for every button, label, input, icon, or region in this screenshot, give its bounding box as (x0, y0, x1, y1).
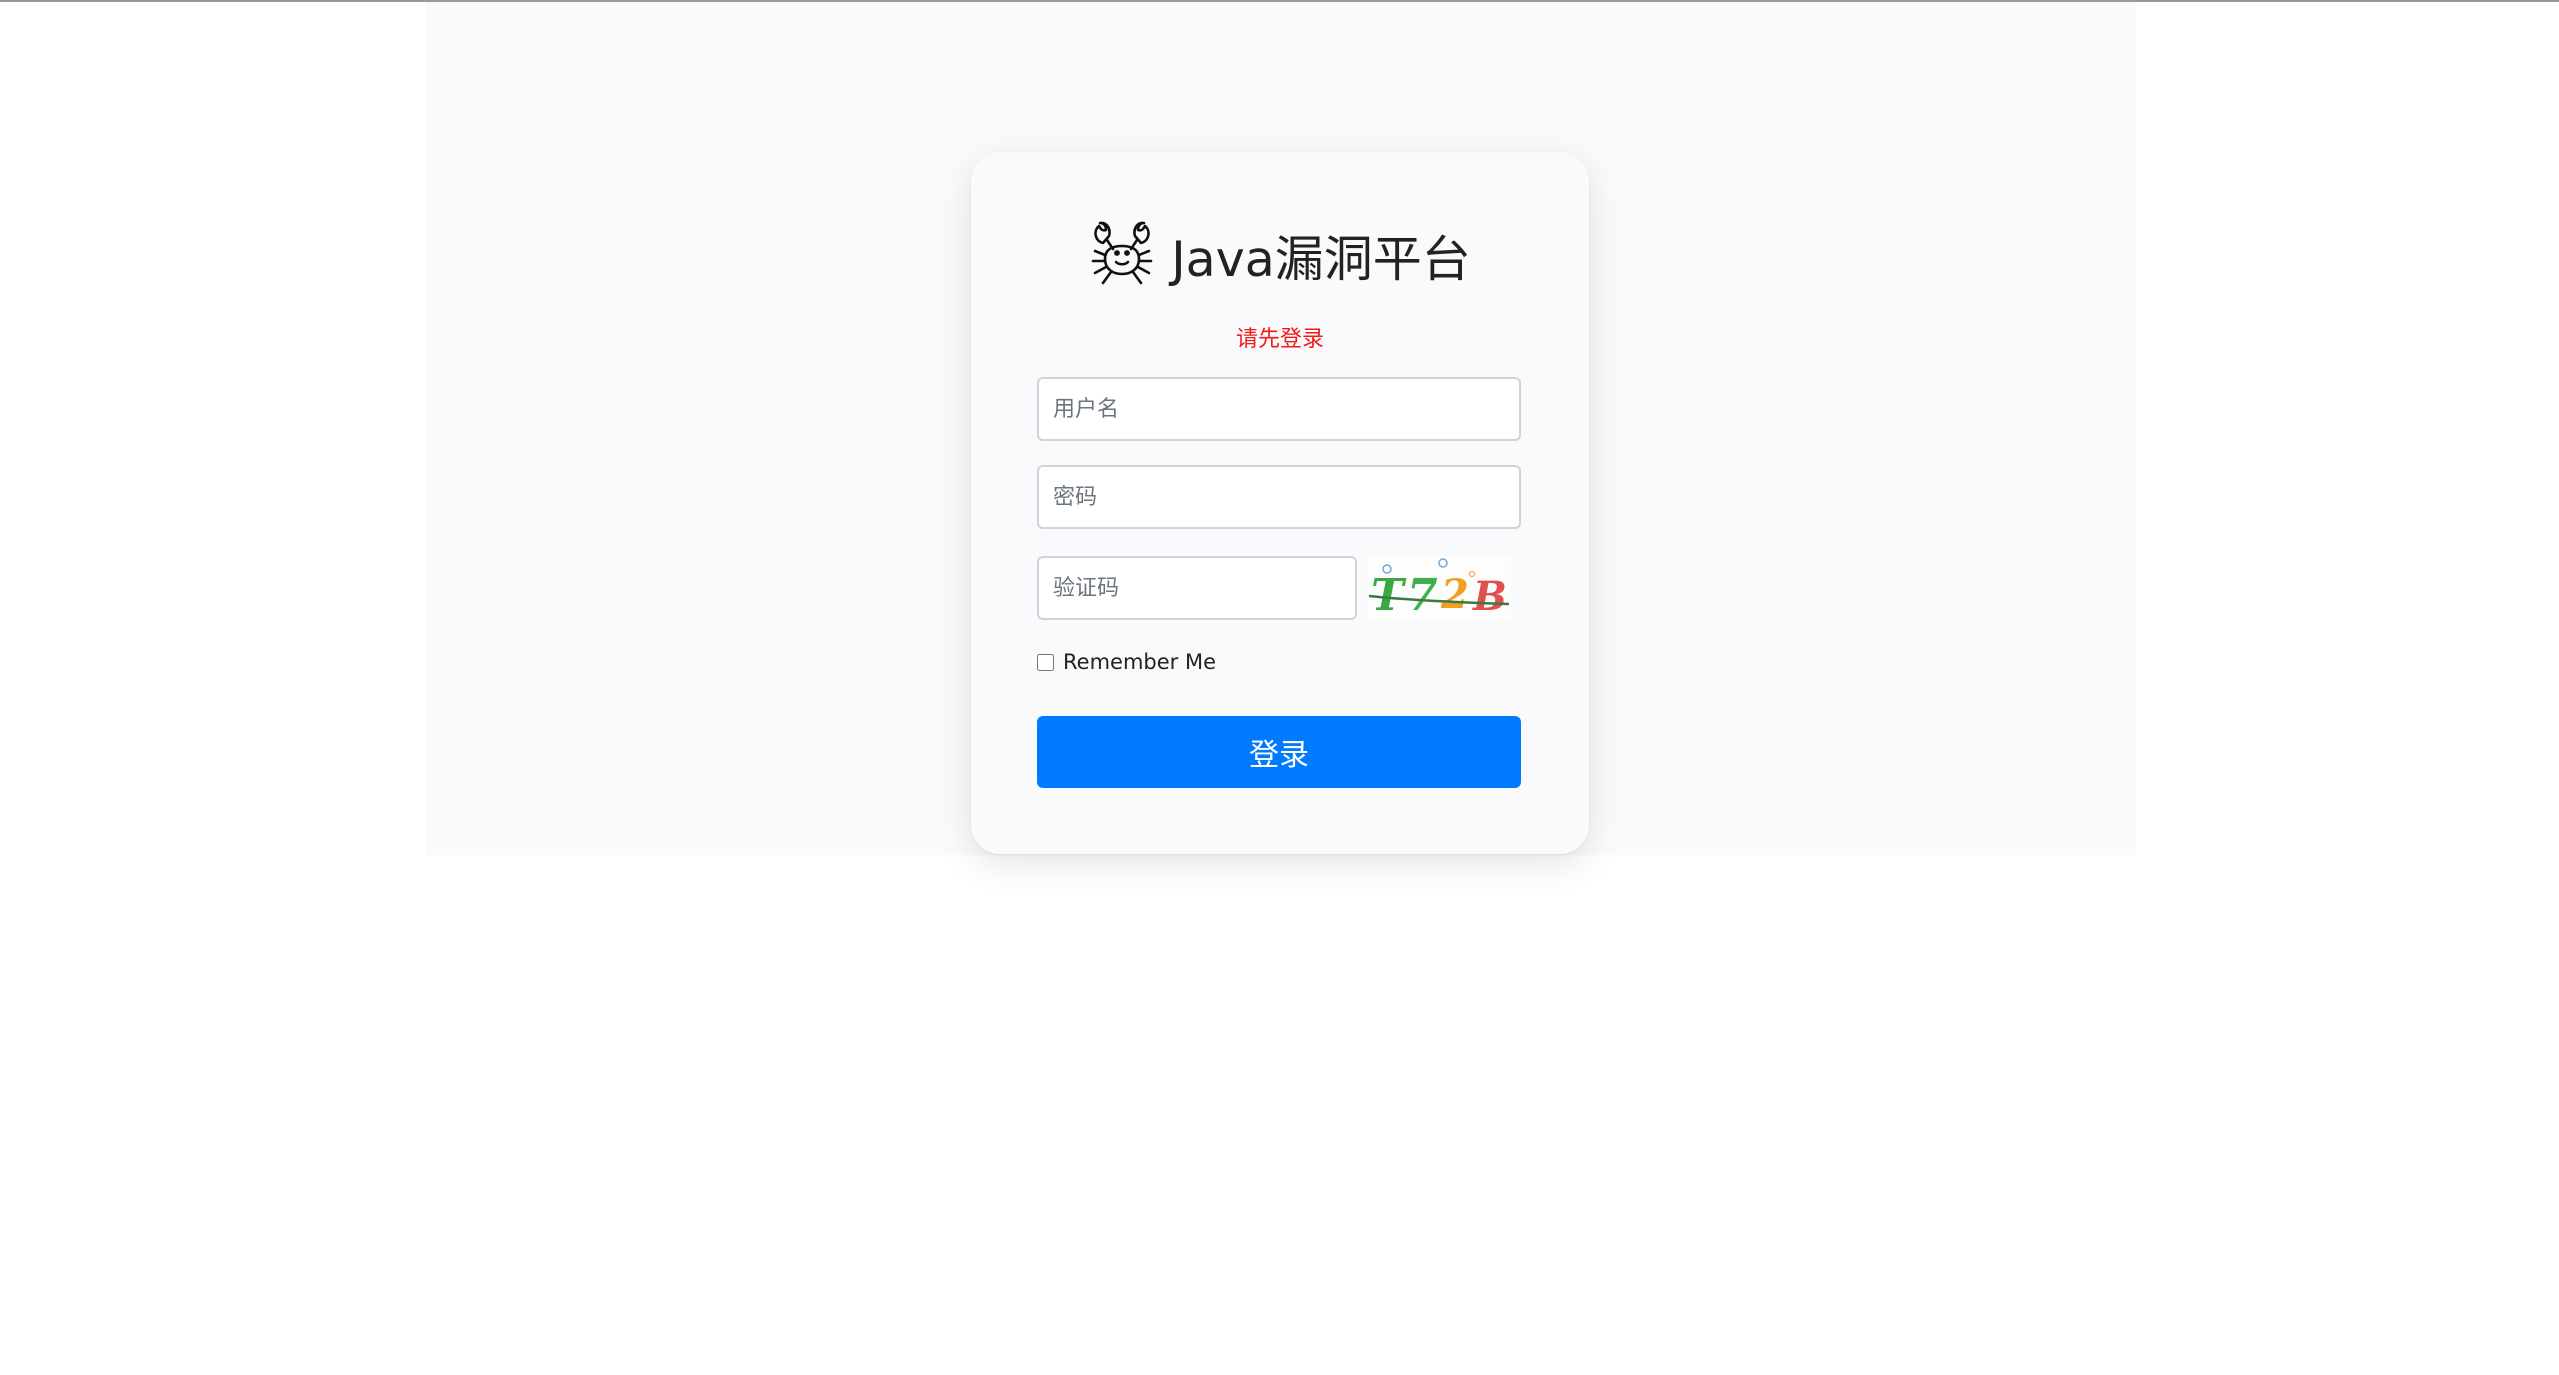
remember-me-checkbox[interactable] (1037, 653, 1054, 671)
captcha-input[interactable] (1037, 556, 1357, 620)
captcha-image[interactable]: T 7 2 B (1367, 556, 1511, 620)
crab-icon (1091, 221, 1153, 285)
login-card: Java漏洞平台 请先登录 T 7 2 B Remember Me 登录 (971, 152, 1589, 854)
remember-me-control[interactable]: Remember Me (1037, 650, 1216, 674)
password-input[interactable] (1037, 465, 1521, 529)
username-input[interactable] (1037, 377, 1521, 441)
login-required-notice: 请先登录 (1235, 327, 1324, 352)
remember-me-label: Remember Me (1063, 650, 1216, 674)
app-title: Java漏洞平台 (1171, 230, 1471, 288)
captcha-char-2: 7 (1407, 570, 1438, 620)
captcha-char-4: B (1472, 573, 1507, 620)
brand-header: Java漏洞平台 (971, 220, 1589, 290)
login-button[interactable]: 登录 (1037, 716, 1521, 788)
captcha-char-3: 2 (1440, 571, 1469, 618)
captcha-char-1: T (1371, 570, 1407, 620)
